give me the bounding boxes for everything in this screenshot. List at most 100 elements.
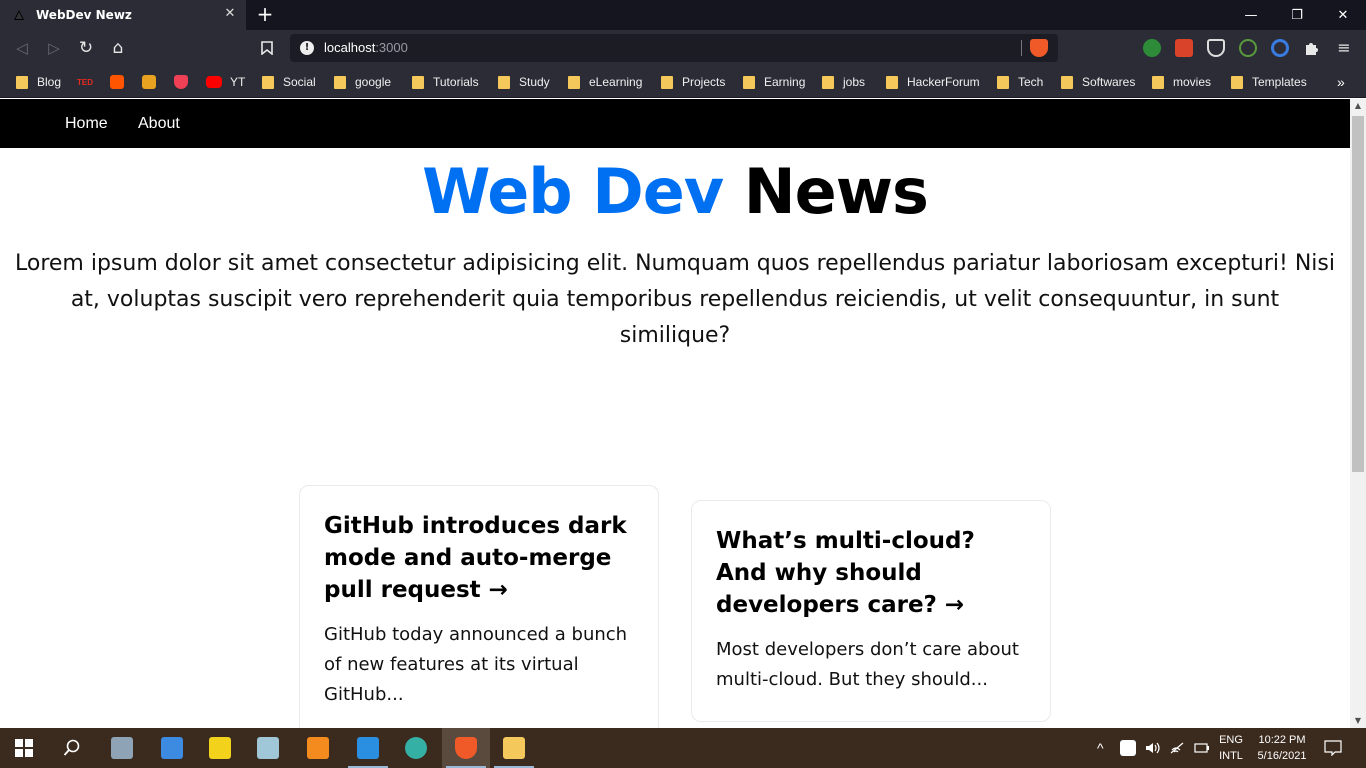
- folder-icon: [661, 75, 673, 89]
- network-icon[interactable]: [1170, 728, 1186, 768]
- back-button[interactable]: ◁: [10, 36, 34, 60]
- bookmark-ted[interactable]: TED: [77, 73, 93, 91]
- site-favicon-icon: [14, 10, 24, 20]
- page-description: Lorem ipsum dolor sit amet consectetur a…: [15, 251, 1335, 348]
- address-divider: [1021, 40, 1022, 56]
- folder-icon: [1061, 75, 1073, 89]
- minimize-button[interactable]: —: [1228, 0, 1274, 30]
- folder-icon: [16, 75, 28, 89]
- site-info-icon[interactable]: !: [300, 41, 314, 55]
- browser-menu-icon[interactable]: ≡: [1335, 39, 1353, 57]
- folder-icon: [997, 75, 1009, 89]
- taskbar-app-file-explorer[interactable]: [490, 728, 538, 768]
- title-rest: News: [743, 155, 929, 228]
- edge-icon: [405, 737, 427, 759]
- close-window-button[interactable]: ✕: [1320, 0, 1366, 30]
- bookmark-projects[interactable]: Projects: [661, 73, 725, 91]
- taskbar-app-brave[interactable]: [442, 728, 490, 768]
- article-card-1[interactable]: GitHub introduces dark mode and auto-mer…: [299, 485, 659, 728]
- article-excerpt: GitHub today announced a bunch of new fe…: [324, 624, 628, 705]
- nav-home-link[interactable]: Home: [65, 115, 108, 133]
- taskbar-app-todo[interactable]: [148, 728, 196, 768]
- tray-overflow-button[interactable]: ^: [1097, 728, 1104, 768]
- start-button[interactable]: [0, 728, 48, 768]
- bookmark-hackerforum[interactable]: HackerForum: [886, 73, 980, 91]
- taskbar-app-explorer-alt[interactable]: [98, 728, 146, 768]
- taskbar-app-sticky-notes[interactable]: [196, 728, 244, 768]
- extension-icon-5[interactable]: [1271, 39, 1289, 57]
- bookmark-social[interactable]: Social: [262, 73, 316, 91]
- bookmark-tech[interactable]: Tech: [997, 73, 1043, 91]
- folder-icon: [498, 75, 510, 89]
- node-extension-icon[interactable]: [1239, 39, 1257, 57]
- article-card-2[interactable]: What’s multi-cloud? And why should devel…: [691, 500, 1051, 722]
- scrollbar-thumb[interactable]: [1352, 116, 1364, 472]
- volume-icon[interactable]: [1144, 728, 1160, 768]
- new-tab-button[interactable]: +: [254, 3, 276, 25]
- sticky-notes-icon: [209, 737, 231, 759]
- article-title[interactable]: What’s multi-cloud? And why should devel…: [716, 525, 1026, 621]
- bookmark-jobs[interactable]: jobs: [822, 73, 865, 91]
- taskbar-search-button[interactable]: [48, 728, 96, 768]
- nav-about-link[interactable]: About: [138, 115, 180, 133]
- bookmark-earning[interactable]: Earning: [743, 73, 805, 91]
- brave-icon: [455, 737, 477, 759]
- folder-icon: [822, 75, 834, 89]
- taskbar-app-notes[interactable]: [244, 728, 292, 768]
- extension-icon-1[interactable]: [1143, 39, 1161, 57]
- reload-button[interactable]: ↻: [74, 36, 98, 60]
- office-icon: [142, 75, 156, 89]
- notification-center-icon[interactable]: [1324, 728, 1342, 768]
- bookmark-study[interactable]: Study: [498, 73, 550, 91]
- clock-date: 5/16/2021: [1257, 750, 1307, 762]
- bookmark-page-icon[interactable]: [255, 36, 279, 60]
- system-clock[interactable]: 10:22 PM 5/16/2021: [1250, 732, 1314, 764]
- bookmark-google[interactable]: google: [334, 73, 391, 91]
- brave-shields-icon[interactable]: [1030, 39, 1048, 57]
- bookmark-templates[interactable]: Templates: [1231, 73, 1307, 91]
- bookmark-pocket[interactable]: [174, 73, 196, 91]
- youtube-icon: [206, 76, 222, 88]
- site-navbar: Home About: [0, 99, 1350, 148]
- folder-icon: [412, 75, 424, 89]
- windows-logo-icon: [15, 739, 33, 757]
- input-language-indicator[interactable]: ENG INTL: [1216, 732, 1246, 764]
- home-button[interactable]: ⌂: [106, 36, 130, 60]
- battery-icon[interactable]: [1192, 728, 1210, 768]
- computer-icon: [111, 737, 133, 759]
- tab-close-icon[interactable]: ✕: [222, 6, 238, 22]
- extension-icon-2[interactable]: [1175, 39, 1193, 57]
- article-title[interactable]: GitHub introduces dark mode and auto-mer…: [324, 510, 634, 606]
- folder-icon: [1231, 75, 1243, 89]
- taskbar-app-edge[interactable]: [392, 728, 440, 768]
- taskbar-app-vscode[interactable]: [344, 728, 392, 768]
- bookmark-yt[interactable]: YT: [206, 73, 245, 91]
- sublime-text-icon: [307, 737, 329, 759]
- bookmark-movies[interactable]: movies: [1152, 73, 1211, 91]
- scroll-down-icon[interactable]: ▼: [1350, 714, 1366, 728]
- bookmarks-overflow-button[interactable]: »: [1337, 73, 1345, 91]
- page-scrollbar[interactable]: ▲ ▼: [1350, 99, 1366, 728]
- folder-icon: [1152, 75, 1164, 89]
- pocket-extension-icon[interactable]: [1207, 39, 1225, 57]
- security-tray-icon[interactable]: [1120, 728, 1136, 768]
- folder-icon: [568, 75, 580, 89]
- browser-tab-active[interactable]: WebDev Newz ✕: [0, 0, 246, 30]
- bookmark-tutorials[interactable]: Tutorials: [412, 73, 479, 91]
- bookmark-elearning[interactable]: eLearning: [568, 73, 642, 91]
- address-bar[interactable]: ! localhost:3000: [290, 34, 1058, 62]
- scroll-up-icon[interactable]: ▲: [1350, 99, 1366, 113]
- notes-icon: [257, 737, 279, 759]
- extensions-puzzle-icon[interactable]: [1303, 39, 1321, 57]
- bookmark-softwares[interactable]: Softwares: [1061, 73, 1135, 91]
- url-text: localhost:3000: [324, 40, 408, 55]
- restore-button[interactable]: ❐: [1274, 0, 1320, 30]
- bookmark-soundcloud[interactable]: [110, 73, 132, 91]
- forward-button[interactable]: ▷: [42, 36, 66, 60]
- taskbar-app-sublime[interactable]: [294, 728, 342, 768]
- folder-icon: [886, 75, 898, 89]
- browser-toolbar: ◁ ▷ ↻ ⌂ ! localhost:3000 ≡: [0, 30, 1366, 66]
- bookmark-office[interactable]: [142, 73, 164, 91]
- bookmark-blog[interactable]: Blog: [16, 73, 61, 91]
- folder-icon: [262, 75, 274, 89]
